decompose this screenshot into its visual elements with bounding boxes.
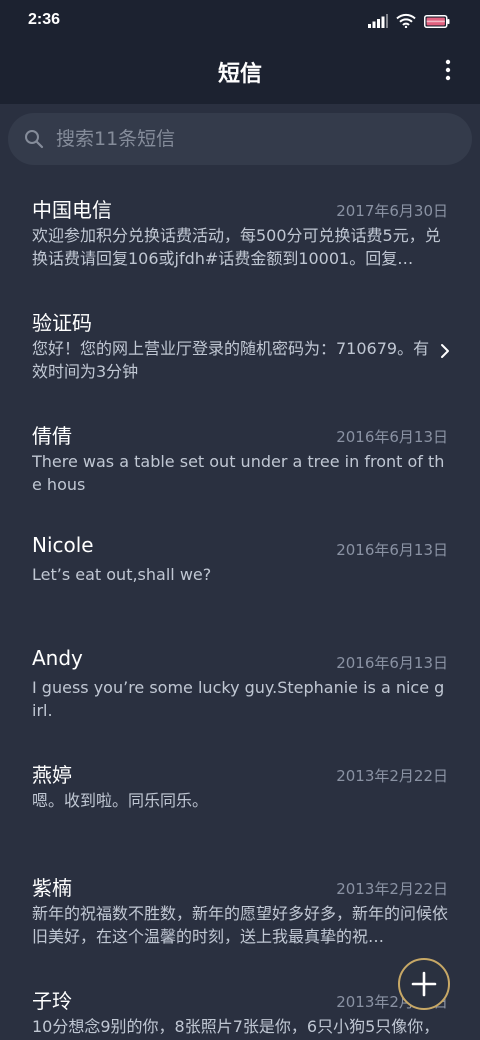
message-sender: 验证码: [32, 311, 92, 335]
message-item[interactable]: 验证码 您好！您的网上营业厅登录的随机密码为：710679。有效时间为3分钟: [0, 293, 480, 406]
message-preview: 您好！您的网上营业厅登录的随机密码为：710679。有效时间为3分钟: [32, 339, 430, 381]
signal-icon: [368, 14, 388, 28]
message-date: 2016年6月13日: [336, 428, 448, 446]
message-sender: Andy: [32, 646, 83, 670]
message-sender: 燕婷: [32, 763, 72, 787]
wifi-icon: [396, 13, 416, 28]
new-message-button[interactable]: [398, 958, 450, 1010]
message-preview: 新年的祝福数不胜数，新年的愿望好多好多，新年的问候依旧美好，在这个温馨的时刻，送…: [32, 904, 448, 946]
title-bar: 短信: [0, 40, 480, 100]
message-preview: 嗯。收到啦。同乐同乐。: [32, 791, 209, 810]
plus-icon: [411, 971, 437, 997]
message-sender: 子玲: [32, 989, 72, 1013]
more-vertical-icon: [445, 59, 451, 81]
battery-icon: [424, 15, 450, 28]
message-date: 2017年6月30日: [336, 202, 448, 220]
message-date: 2013年2月22日: [336, 880, 448, 898]
messages-screen: 2:36 短信 搜索11条短信 中国电信 2017年6月30日 欢迎参加积分兑换…: [0, 0, 480, 1040]
message-preview: Let’s eat out,shall we?: [32, 565, 212, 584]
header: 2:36 短信: [0, 0, 480, 104]
message-list: 中国电信 2017年6月30日 欢迎参加积分兑换话费活动，每500分可兑换话费5…: [0, 180, 480, 1040]
message-item[interactable]: 紫楠 2013年2月22日 新年的祝福数不胜数，新年的愿望好多好多，新年的问候依…: [0, 858, 480, 971]
message-date: 2016年6月13日: [336, 541, 448, 559]
search-input[interactable]: [56, 113, 456, 165]
message-date: 2016年6月13日: [336, 654, 448, 672]
message-preview: There was a table set out under a tree i…: [32, 452, 445, 494]
message-date: 2013年2月22日: [336, 767, 448, 785]
status-time: 2:36: [28, 11, 61, 28]
status-bar: 2:36: [0, 0, 480, 40]
status-icons: [368, 12, 450, 28]
message-sender: 紫楠: [32, 876, 72, 900]
message-preview: 欢迎参加积分兑换话费活动，每500分可兑换话费5元，兑换话费请回复106或jfd…: [32, 226, 441, 268]
message-sender: 中国电信: [32, 198, 112, 222]
message-item[interactable]: Nicole 2016年6月13日 Let’s eat out,shall we…: [0, 519, 480, 632]
chevron-right-icon[interactable]: [440, 343, 450, 359]
message-sender: 倩倩: [32, 424, 72, 448]
search-box[interactable]: [8, 113, 472, 165]
message-item[interactable]: Andy 2016年6月13日 I guess you’re some luck…: [0, 632, 480, 745]
message-item[interactable]: 燕婷 2013年2月22日 嗯。收到啦。同乐同乐。: [0, 745, 480, 858]
message-item[interactable]: 中国电信 2017年6月30日 欢迎参加积分兑换话费活动，每500分可兑换话费5…: [0, 180, 480, 293]
search-icon: [25, 130, 44, 149]
message-sender: Nicole: [32, 533, 94, 557]
more-options-button[interactable]: [440, 56, 456, 84]
message-preview: I guess you’re some lucky guy.Stephanie …: [32, 678, 445, 720]
message-item[interactable]: 倩倩 2016年6月13日 There was a table set out …: [0, 406, 480, 519]
page-title: 短信: [217, 62, 262, 87]
message-preview: 10分想念9别的你，8张照片7张是你，6只小狗5只像你，4根骨头3根归你，2爪着…: [32, 1017, 440, 1036]
